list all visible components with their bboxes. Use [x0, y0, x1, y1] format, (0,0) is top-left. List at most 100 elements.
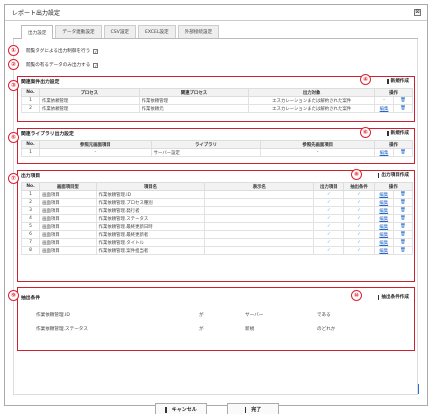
tab-data-link-settings[interactable]: データ連動設定: [55, 25, 102, 38]
delete-icon[interactable]: 🗑: [392, 222, 414, 231]
tab-output-settings[interactable]: 出力設定: [21, 25, 54, 39]
row-no: 1: [21, 96, 40, 105]
row-related-process: 作業依頼元: [138, 104, 250, 113]
condition-row: 作業依頼管理.ステータス が 新規 のどれか: [36, 326, 335, 332]
tab-excel-settings[interactable]: EXCEL設定: [138, 25, 176, 38]
col-header: No.: [20, 182, 41, 191]
delete-icon[interactable]: 🗑: [392, 238, 414, 247]
edit-link[interactable]: 編集: [373, 190, 394, 199]
condition-check-icon: ✓: [343, 230, 375, 239]
edit-link[interactable]: 編集: [374, 148, 394, 157]
row-no: 3: [20, 206, 41, 215]
cancel-button[interactable]: キャンセル: [155, 403, 207, 414]
new-library-button[interactable]: 新規作成: [387, 130, 409, 136]
output-settings-panel: ① 閲覧タグによる出力制御を行う ✓ ② 閲覧の有るデータのみ出力する ✓ ③ …: [8, 39, 419, 395]
col-header: 操作: [374, 88, 413, 97]
row-display-name: [204, 206, 315, 215]
row-process: 作業依頼管理: [38, 104, 140, 113]
edit-link[interactable]: 編集: [373, 206, 394, 215]
edit-link[interactable]: 編集: [374, 104, 395, 113]
new-related-button[interactable]: 新規作成: [387, 78, 409, 84]
table-row: 7 画面項目 作業依頼管理.タイトル ✓ ✓ 編集 🗑: [20, 238, 414, 247]
table-row: 5 画面項目 作業依頼管理.最終更新日時 ✓ ✓ 編集 🗑: [20, 222, 414, 231]
row-item-name: 作業依頼管理.最終更新日時: [95, 222, 206, 231]
delete-icon[interactable]: 🗑: [393, 96, 413, 105]
condition-check-icon: ✓: [343, 190, 375, 199]
condition-field: 作業依頼管理.ステータス: [36, 327, 88, 332]
condition-operator: のどれか: [317, 327, 336, 332]
output-check-icon: ✓: [313, 214, 345, 223]
output-check-icon: ✓: [313, 190, 345, 199]
condition-check-icon: ✓: [343, 246, 375, 255]
row-no: 6: [20, 230, 41, 239]
marker-4: ④: [360, 74, 371, 85]
delete-icon[interactable]: 🗑: [392, 206, 414, 215]
option-checkbox[interactable]: ✓: [93, 48, 99, 54]
delete-icon[interactable]: 🗑: [392, 230, 414, 239]
delete-icon[interactable]: 🗑: [392, 214, 414, 223]
option-checkbox[interactable]: ✓: [93, 62, 99, 68]
delete-icon[interactable]: 🗑: [392, 148, 414, 157]
action-label: 新規作成: [390, 131, 409, 136]
output-check-icon: ✓: [313, 246, 345, 255]
section-title: 関連案件出力設定: [21, 80, 60, 85]
delete-icon[interactable]: 🗑: [392, 198, 414, 207]
row-target: エスカレーションまたは解約された案件: [248, 96, 376, 105]
button-label: キャンセル: [171, 407, 197, 413]
delete-icon[interactable]: 🗑: [393, 104, 413, 113]
edit-link[interactable]: 編集: [373, 238, 394, 247]
section-title: 抽出条件: [21, 296, 41, 301]
tab-csv-settings[interactable]: CSV設定: [103, 25, 137, 38]
table-row: 3 画面項目 作業依頼管理.発行者 ✓ ✓ 編集 🗑: [20, 206, 414, 215]
col-header: No.: [21, 88, 40, 97]
new-extract-condition-button[interactable]: 抽出条件作成: [377, 294, 409, 300]
row-item-type: 画面項目: [39, 246, 97, 255]
row-no: 2: [21, 104, 40, 113]
table-row: 1 画面項目 作業依頼管理.ID ✓ ✓ 編集 🗑: [20, 190, 414, 199]
tab-bar: 出力設定 データ連動設定 CSV設定 EXCEL設定 外部接続設定: [13, 25, 418, 39]
edit-link[interactable]: 編集: [373, 222, 394, 231]
bar-icon: [387, 78, 389, 84]
delete-icon[interactable]: 🗑: [392, 190, 414, 199]
table-header-row: No. 画面項目型 項目名 表示名 出力項目 抽出条件 操作: [20, 182, 414, 191]
row-display-name: [204, 230, 315, 239]
related-library-table: No. 参照元画面項目 ライブラリ 参照先画面項目 操作 1 - サーバー設定 …: [21, 140, 414, 157]
row-edit: -: [374, 96, 395, 105]
edit-link[interactable]: 編集: [373, 230, 394, 239]
row-item-type: 画面項目: [39, 190, 97, 199]
delete-icon[interactable]: 🗑: [392, 246, 414, 255]
edit-link[interactable]: 編集: [373, 246, 394, 255]
row-item-name: 作業依頼管理.プロセス種別: [95, 198, 206, 207]
col-header: 操作: [373, 182, 414, 191]
table-header-row: No. プロセス 関連プロセス 出力対象 操作: [21, 88, 413, 97]
edit-link[interactable]: 編集: [373, 198, 394, 207]
col-header: 抽出条件: [343, 182, 375, 191]
edit-link[interactable]: 編集: [373, 214, 394, 223]
condition-particle: が: [199, 327, 204, 332]
tab-external-connection-settings[interactable]: 外部接続設定: [177, 25, 220, 38]
row-target: エスカレーションまたは解約された案件: [248, 104, 376, 113]
condition-field: 作業依頼管理.ID: [36, 313, 70, 318]
table-header-row: No. 参照元画面項目 ライブラリ 参照先画面項目 操作: [21, 140, 413, 149]
done-button[interactable]: 完了: [227, 403, 279, 414]
row-item-name: 作業依頼管理.タイトル: [95, 238, 206, 247]
row-no: 2: [20, 198, 41, 207]
row-display-name: [204, 246, 315, 255]
table-row: 6 画面項目 作業依頼管理.最終更新者 ✓ ✓ 編集 🗑: [20, 230, 414, 239]
condition-check-icon: ✓: [343, 238, 375, 247]
col-header: 出力項目: [313, 182, 345, 191]
row-display-name: [204, 238, 315, 247]
output-items-table: No. 画面項目型 項目名 表示名 出力項目 抽出条件 操作 1 画面項目 作業依頼…: [20, 182, 414, 255]
col-header: 表示名: [204, 182, 315, 191]
new-output-item-button[interactable]: 出力項目作成: [377, 172, 409, 178]
col-header: No.: [21, 140, 40, 149]
close-icon[interactable]: ⊠: [414, 9, 421, 16]
condition-check-icon: ✓: [343, 198, 375, 207]
row-display-name: [204, 222, 315, 231]
row-no: 5: [20, 222, 41, 231]
row-dest-item: -: [260, 148, 376, 157]
section-title: 出力項目: [21, 174, 41, 179]
table-row: 2 画面項目 作業依頼管理.プロセス種別 ✓ ✓ 編集 🗑: [20, 198, 414, 207]
row-item-type: 画面項目: [39, 214, 97, 223]
related-cases-table: No. プロセス 関連プロセス 出力対象 操作 1 作業依頼管理 作業依頼管理 …: [21, 88, 413, 113]
